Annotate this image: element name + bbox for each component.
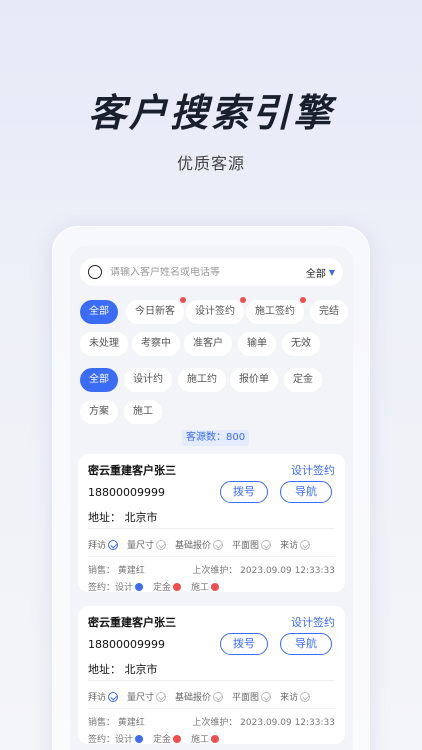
divider	[88, 680, 335, 681]
check-circle-icon	[108, 539, 119, 550]
last-maintenance: 上次维护： 2023.09.09 12:33:33	[192, 718, 335, 728]
customer-name: 密云重建客户张三	[88, 464, 176, 477]
sign-status: 签约： 设计 定金 施工	[88, 580, 229, 593]
search-input[interactable]	[110, 266, 306, 278]
status-tab-today-new[interactable]: 今日新客	[126, 297, 186, 324]
sign-item: 定金	[153, 735, 172, 745]
navigate-button[interactable]: 导航	[280, 481, 332, 503]
customer-phone: 18800009999	[88, 486, 165, 499]
status-tab-label: 今日新客	[135, 306, 175, 317]
unsigned-x-icon	[211, 734, 220, 743]
customer-status: 设计签约	[291, 464, 335, 477]
navigate-button[interactable]: 导航	[280, 633, 332, 655]
divider	[88, 708, 335, 709]
search-icon	[88, 265, 102, 279]
step-label: 来访	[280, 693, 299, 703]
status-tab-label: 施工签约	[255, 306, 295, 317]
step-label: 平面图	[232, 541, 260, 551]
stage-tab-quote[interactable]: 报价单	[230, 368, 278, 392]
step-label: 基础报价	[175, 693, 212, 703]
new-dot-icon	[240, 297, 246, 303]
call-button[interactable]: 拨号	[220, 633, 268, 655]
sales-person: 销售： 黄建红	[88, 718, 145, 728]
check-circle-icon	[108, 691, 119, 702]
check-circle-icon	[156, 539, 167, 550]
hero-title: 客户搜索引擎	[87, 91, 334, 135]
new-dot-icon	[180, 297, 186, 303]
status-tab-inspecting[interactable]: 考察中	[132, 332, 180, 356]
sign-item: 施工	[191, 735, 210, 745]
status-tab-prospect[interactable]: 准客户	[184, 332, 232, 356]
unsigned-x-icon	[173, 582, 182, 591]
status-tab-label: 设计签约	[195, 306, 235, 317]
divider	[88, 556, 335, 557]
check-circle-icon	[156, 691, 167, 702]
check-circle-icon	[213, 539, 224, 550]
progress-steps: 拜访 量尺寸 基础报价 平面图 来访	[88, 538, 319, 551]
customer-address: 地址： 北京市	[88, 663, 158, 676]
sign-label: 签约：	[88, 735, 116, 745]
stage-tab-all[interactable]: 全部	[80, 368, 118, 392]
customer-address: 地址： 北京市	[88, 511, 158, 524]
step-label: 量尺寸	[127, 693, 155, 703]
stage-tab-deposit[interactable]: 定金	[284, 368, 322, 392]
sign-item: 设计	[115, 583, 134, 593]
sign-item: 设计	[115, 735, 134, 745]
status-tab-all[interactable]: 全部	[80, 300, 118, 324]
filter-dropdown[interactable]: 全部 ▼	[306, 265, 335, 280]
unsigned-x-icon	[211, 582, 220, 591]
sign-label: 签约：	[88, 583, 116, 593]
status-tab-build-sign[interactable]: 施工签约	[246, 297, 306, 324]
last-maintenance: 上次维护： 2023.09.09 12:33:33	[192, 566, 335, 576]
status-tab-unprocessed[interactable]: 未处理	[80, 332, 128, 356]
step-label: 拜访	[88, 541, 107, 551]
status-tab-invalid[interactable]: 无效	[282, 332, 320, 356]
divider	[88, 528, 335, 529]
unsigned-x-icon	[173, 734, 182, 743]
customer-card[interactable]: 密云重建客户张三 设计签约 18800009999 拨号 导航 地址： 北京市 …	[78, 454, 345, 593]
check-circle-icon	[261, 691, 272, 702]
hero-subtitle: 优质客源	[176, 154, 245, 173]
step-label: 量尺寸	[127, 541, 155, 551]
stage-tab-construction[interactable]: 施工	[124, 400, 162, 424]
signed-check-icon	[135, 734, 144, 743]
customer-name: 密云重建客户张三	[88, 616, 176, 629]
call-button[interactable]: 拨号	[220, 481, 268, 503]
sign-item: 施工	[191, 583, 210, 593]
stage-tab-build[interactable]: 施工约	[178, 368, 226, 392]
caret-down-icon: ▼	[328, 267, 335, 277]
step-label: 平面图	[232, 693, 260, 703]
sign-status: 签约： 设计 定金 施工	[88, 732, 229, 745]
check-circle-icon	[300, 691, 311, 702]
customer-card[interactable]: 密云重建客户张三 设计签约 18800009999 拨号 导航 地址： 北京市 …	[78, 606, 345, 745]
search-bar: 全部 ▼	[80, 258, 343, 286]
sign-item: 定金	[153, 583, 172, 593]
status-tab-design-sign[interactable]: 设计签约	[186, 297, 246, 324]
signed-check-icon	[135, 582, 144, 591]
step-label: 来访	[280, 541, 299, 551]
customer-status: 设计签约	[291, 616, 335, 629]
check-circle-icon	[300, 539, 311, 550]
step-label: 拜访	[88, 693, 107, 703]
status-tab-finished[interactable]: 完结	[310, 300, 348, 324]
check-circle-icon	[213, 691, 224, 702]
status-tab-lost[interactable]: 输单	[238, 332, 276, 356]
customer-phone: 18800009999	[88, 638, 165, 651]
new-dot-icon	[300, 297, 306, 303]
sales-person: 销售： 黄建红	[88, 566, 145, 576]
check-circle-icon	[261, 539, 272, 550]
step-label: 基础报价	[175, 541, 212, 551]
progress-steps: 拜访 量尺寸 基础报价 平面图 来访	[88, 690, 319, 703]
customer-count-badge: 客源数：800	[182, 430, 250, 446]
app-screen: 全部 ▼ 全部 今日新客 设计签约 施工签约 完结 未处理 考察中 准客户 输单…	[70, 246, 353, 750]
stage-tab-plan[interactable]: 方案	[80, 400, 118, 424]
stage-tab-design[interactable]: 设计约	[124, 368, 172, 392]
filter-dropdown-label: 全部	[305, 268, 326, 280]
